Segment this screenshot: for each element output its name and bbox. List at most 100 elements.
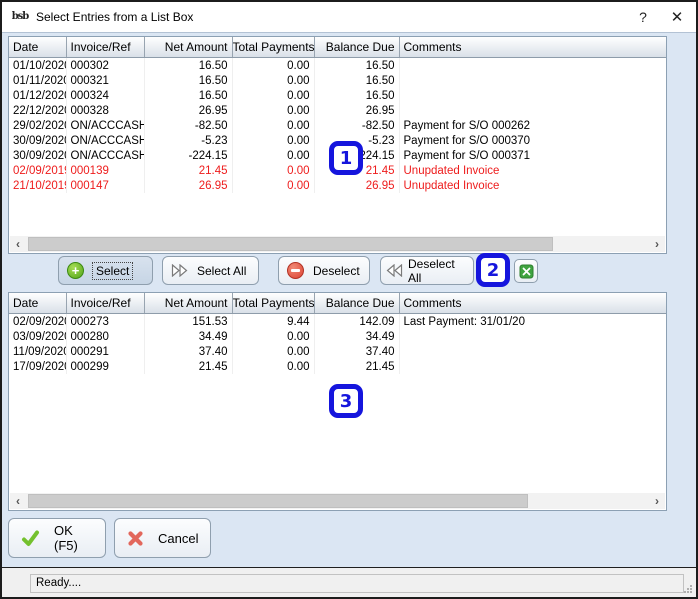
plus-circle-icon: + [67, 262, 84, 279]
scroll-right-arrow-icon[interactable]: › [649, 493, 665, 509]
red-cross-icon [127, 530, 144, 547]
table-row[interactable]: 02/09/2020 000273 151.53 9.44 142.09 Last Pay… [9, 313, 666, 329]
column-header-comments[interactable]: Comments [399, 293, 666, 314]
cell-net: 16.50 [144, 73, 233, 88]
deselect-all-button[interactable]: Deselect All [380, 256, 474, 285]
listbox-app-icon: bsb [11, 11, 30, 22]
column-header-net-amount[interactable]: Net Amount [144, 37, 233, 58]
cell-paid: 9.44 [232, 313, 315, 329]
cell-date: 29/02/2020 [9, 118, 67, 133]
column-header-balance-due[interactable]: Balance Due [314, 37, 400, 58]
cell-net: 34.49 [144, 329, 233, 344]
scrollbar-track[interactable] [26, 236, 649, 252]
cell-ref: 000291 [66, 344, 145, 359]
available-horizontal-scrollbar[interactable]: ‹ › [10, 236, 665, 252]
table-row[interactable]: 22/12/2020 000328 26.95 0.00 26.95 [9, 103, 666, 118]
ok-button-label: OK (F5) [54, 523, 78, 553]
cell-net: 21.45 [144, 359, 233, 374]
column-header-net-amount[interactable]: Net Amount [144, 293, 233, 314]
resize-grip[interactable] [683, 584, 693, 594]
cell-date: 11/09/2020 [9, 344, 67, 359]
minus-circle-icon [287, 262, 304, 279]
cell-date: 21/10/2019 [9, 178, 67, 193]
table-row[interactable]: 03/09/2020 000280 34.49 0.00 34.49 [9, 329, 666, 344]
cell-comment [399, 359, 666, 374]
cell-paid: 0.00 [232, 133, 315, 148]
cell-net: 26.95 [144, 103, 233, 118]
ok-button[interactable]: OK (F5) [8, 518, 106, 558]
cell-paid: 0.00 [232, 88, 315, 103]
cell-date: 30/09/2020 [9, 133, 67, 148]
cell-paid: 0.00 [232, 57, 315, 73]
select-button[interactable]: + Select [58, 256, 153, 285]
cell-comment [399, 73, 666, 88]
column-header-date[interactable]: Date [9, 37, 67, 58]
table-row[interactable]: 01/12/2020 000324 16.50 0.00 16.50 [9, 88, 666, 103]
column-header-comments[interactable]: Comments [399, 37, 666, 58]
table-row[interactable]: 11/09/2020 000291 37.40 0.00 37.40 [9, 344, 666, 359]
table-row[interactable]: 29/02/2020ON/ACCCASH01-82.500.00-82.50Pa… [9, 118, 666, 133]
column-header-total-payments[interactable]: Total Payments [232, 37, 315, 58]
scroll-left-arrow-icon[interactable]: ‹ [10, 493, 26, 509]
column-header-invoice-ref[interactable]: Invoice/Ref [66, 293, 145, 314]
cell-ref: ON/ACCCASH01 [66, 118, 145, 133]
select-all-button[interactable]: Select All [162, 256, 259, 285]
selected-entries-grid: Date Invoice/Ref Net Amount Total Payments B… [9, 293, 666, 374]
available-header-row: Date Invoice/Ref Net Amount Total Payments B… [9, 37, 666, 58]
cell-net: 16.50 [144, 88, 233, 103]
cell-due: 16.50 [314, 57, 400, 73]
cell-paid: 0.00 [232, 73, 315, 88]
title-bar: bsb Select Entries from a List Box ? ✕ [2, 2, 696, 33]
column-header-total-payments[interactable]: Total Payments [232, 293, 315, 314]
scroll-left-arrow-icon[interactable]: ‹ [10, 236, 26, 252]
deselect-all-button-label: Deselect All [408, 256, 455, 285]
cell-due: 26.95 [314, 103, 400, 118]
scroll-right-arrow-icon[interactable]: › [649, 236, 665, 252]
select-button-label: Select [91, 261, 134, 280]
cell-ref: 000328 [66, 103, 145, 118]
table-row[interactable]: 17/09/2020 000299 21.45 0.00 21.45 [9, 359, 666, 374]
excel-export-button[interactable] [514, 259, 538, 283]
scrollbar-thumb[interactable] [28, 237, 554, 251]
table-row[interactable]: 01/11/2020 000321 16.50 0.00 16.50 [9, 73, 666, 88]
cell-net: -5.23 [144, 133, 233, 148]
table-row[interactable]: 21/10/2019 000147 26.95 0.00 26.95 Unupdated … [9, 178, 666, 193]
cell-due: 37.40 [314, 344, 400, 359]
cell-date: 01/10/2020 [9, 57, 67, 73]
cell-due: 21.45 [314, 359, 400, 374]
cell-ref: 000139 [66, 163, 145, 178]
close-button[interactable]: ✕ [660, 3, 694, 31]
selected-header-row: Date Invoice/Ref Net Amount Total Payments B… [9, 293, 666, 314]
cell-date: 01/12/2020 [9, 88, 67, 103]
column-header-date[interactable]: Date [9, 293, 67, 314]
cell-paid: 0.00 [232, 359, 315, 374]
cell-comment [399, 344, 666, 359]
annotation-badge-3: 3 [329, 384, 363, 418]
column-header-balance-due[interactable]: Balance Due [314, 293, 400, 314]
cell-net: 151.53 [144, 313, 233, 329]
cell-ref: 000280 [66, 329, 145, 344]
cell-paid: 0.00 [232, 178, 315, 193]
window-title: Select Entries from a List Box [36, 10, 194, 24]
cell-date: 03/09/2020 [9, 329, 67, 344]
cell-comment: Unupdated Invoice [403, 179, 500, 192]
cell-comment [399, 103, 666, 118]
selected-horizontal-scrollbar[interactable]: ‹ › [10, 493, 665, 509]
table-row[interactable]: 01/10/2020 000302 16.50 0.00 16.50 [9, 57, 666, 73]
cell-paid: 0.00 [232, 329, 315, 344]
help-button[interactable]: ? [626, 3, 660, 31]
scrollbar-thumb[interactable] [28, 494, 529, 508]
cell-ref: ON/ACCCASH03 [66, 148, 145, 163]
cell-comment: Last Payment: 31/01/20 [403, 315, 525, 328]
cell-date: 17/09/2020 [9, 359, 67, 374]
cell-net: -224.15 [144, 148, 233, 163]
cancel-button[interactable]: Cancel [114, 518, 211, 558]
cell-comment: Unupdated Invoice [403, 164, 500, 177]
cell-net: 26.95 [144, 178, 233, 193]
scrollbar-track[interactable] [26, 493, 649, 509]
cell-ref: ON/ACCCASH02 [66, 133, 145, 148]
cell-date: 22/12/2020 [9, 103, 67, 118]
column-header-invoice-ref[interactable]: Invoice/Ref [66, 37, 145, 58]
cell-net: 37.40 [144, 344, 233, 359]
deselect-button[interactable]: Deselect [278, 256, 370, 285]
